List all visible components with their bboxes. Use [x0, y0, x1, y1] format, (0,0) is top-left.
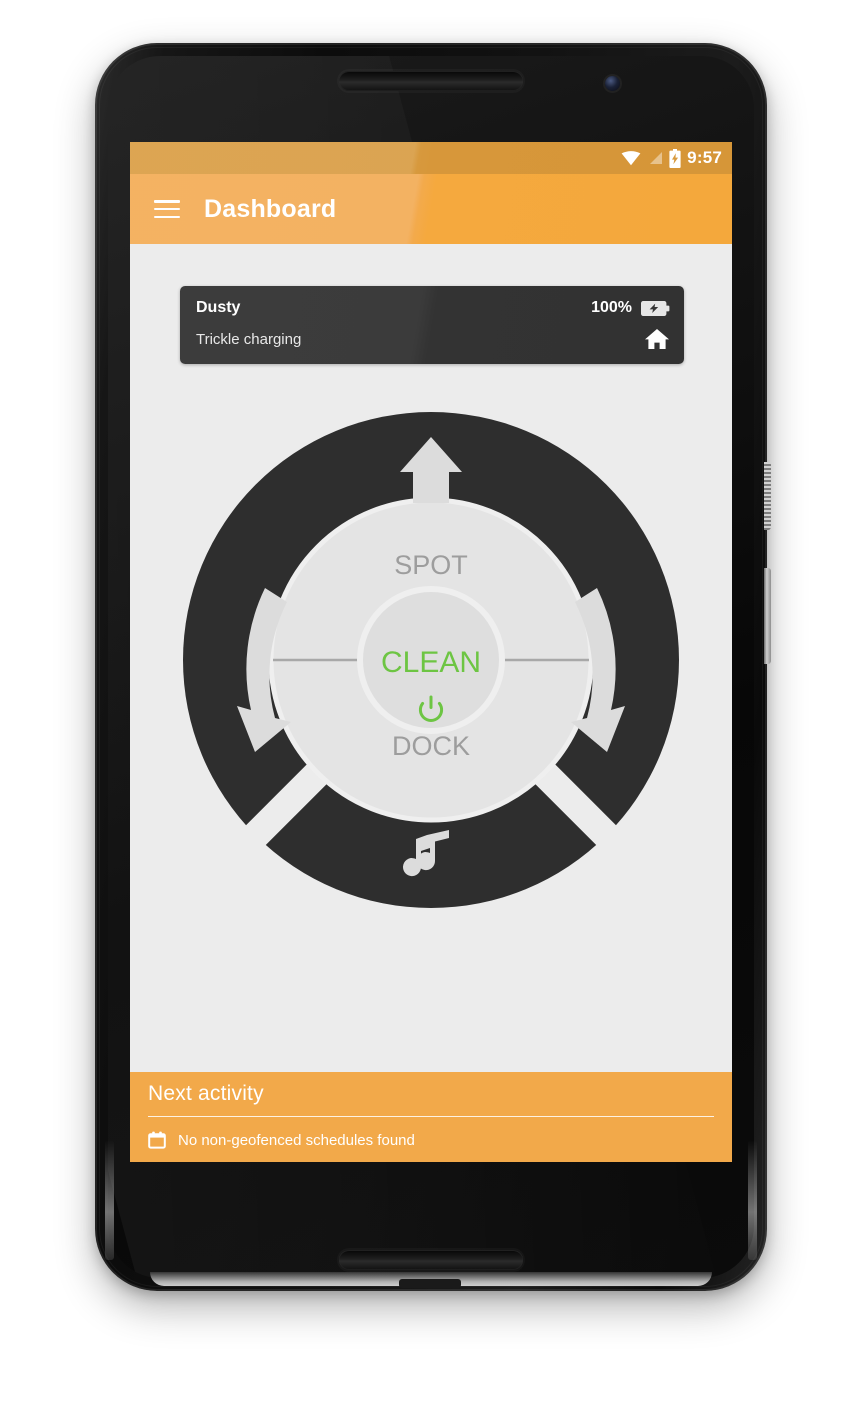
next-activity-title: Next activity — [148, 1082, 264, 1105]
dashboard-content: Dusty 100% Trickle charging SPOT DOCK CL… — [130, 244, 732, 1072]
status-bar-sheen — [130, 142, 732, 174]
clean-label: CLEAN — [381, 646, 481, 679]
dock-label[interactable]: DOCK — [392, 731, 470, 761]
screenshot-stage: 9:57 Dashboard Dusty 100% Trickle chargi… — [0, 0, 860, 1424]
next-activity-header: Next activity — [130, 1072, 732, 1116]
front-camera-icon — [605, 76, 620, 91]
bottom-speaker-grille — [339, 1250, 523, 1270]
usb-port — [399, 1279, 461, 1288]
battery-percent-label: 100% — [591, 299, 632, 316]
hamburger-menu-icon[interactable] — [154, 200, 180, 218]
home-icon — [645, 329, 669, 349]
cellular-signal-icon — [650, 152, 663, 164]
earpiece-speaker-grille — [339, 71, 523, 91]
device-status-card[interactable]: Dusty 100% Trickle charging — [180, 286, 684, 364]
device-card-top-row: Dusty 100% — [180, 294, 684, 322]
volume-rocker-hardware[interactable] — [764, 568, 771, 664]
status-bar: 9:57 — [130, 142, 732, 174]
spot-label[interactable]: SPOT — [394, 550, 468, 580]
device-status-text: Trickle charging — [196, 330, 302, 348]
calendar-icon — [148, 1131, 166, 1149]
device-name: Dusty — [196, 299, 241, 316]
battery-charging-icon — [669, 148, 681, 168]
next-activity-item[interactable]: No non-geofenced schedules found — [130, 1117, 732, 1162]
next-activity-text: No non-geofenced schedules found — [178, 1131, 415, 1149]
app-bar: Dashboard — [130, 174, 732, 244]
robot-control-wheel: SPOT DOCK CLEAN — [181, 410, 681, 910]
page-title: Dashboard — [204, 194, 337, 223]
status-bar-clock: 9:57 — [687, 148, 722, 167]
next-activity-panel: Next activity No non-geofenced schedules… — [130, 1072, 732, 1162]
device-card-bottom-row: Trickle charging — [180, 324, 684, 354]
power-button-hardware[interactable] — [764, 462, 771, 530]
wifi-icon — [621, 151, 641, 166]
phone-screen: 9:57 Dashboard Dusty 100% Trickle chargi… — [130, 142, 732, 1162]
battery-charging-icon — [641, 300, 670, 316]
